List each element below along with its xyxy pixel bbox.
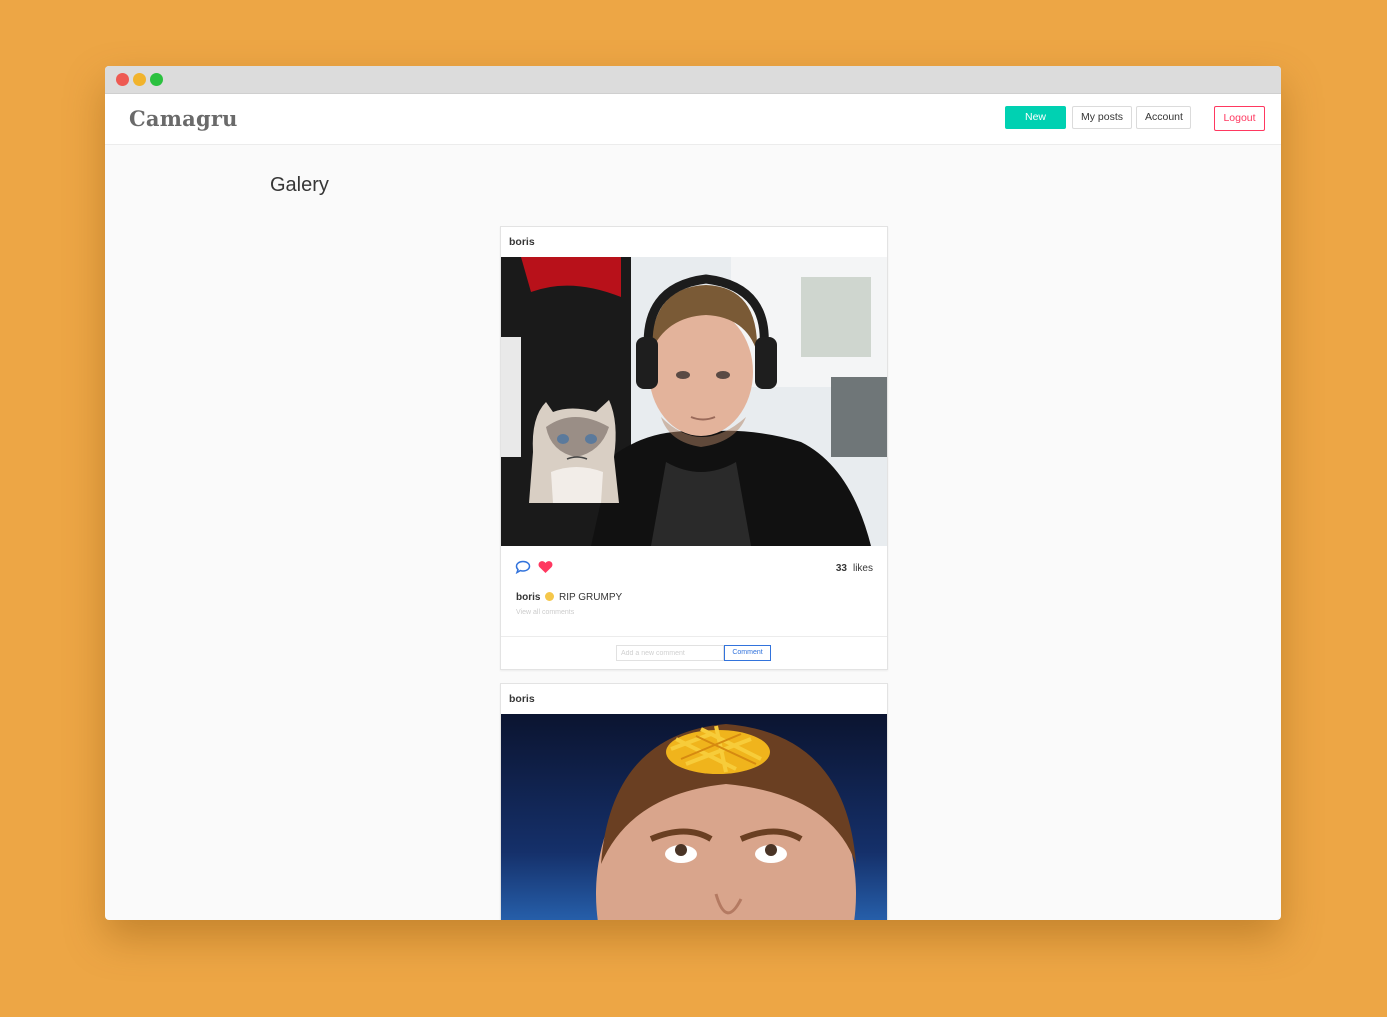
view-all-comments-link[interactable]: View all comments bbox=[501, 609, 887, 616]
sad-face-emoji-icon bbox=[545, 592, 555, 601]
window-titlebar bbox=[105, 66, 1281, 94]
comment-input[interactable] bbox=[616, 645, 724, 661]
minimize-window-button[interactable] bbox=[133, 73, 146, 86]
post-card: boris bbox=[500, 683, 888, 920]
post-username[interactable]: boris bbox=[501, 227, 887, 257]
comment-submit-button[interactable]: Comment bbox=[724, 645, 771, 661]
post-caption: boris RIP GRUMPY bbox=[501, 592, 887, 603]
post-username[interactable]: boris bbox=[501, 684, 887, 714]
post-card: boris bbox=[500, 226, 888, 670]
account-button[interactable]: Account bbox=[1136, 106, 1191, 129]
my-posts-button[interactable]: My posts bbox=[1072, 106, 1132, 129]
maximize-window-button[interactable] bbox=[150, 73, 163, 86]
navbar: Camagru New post My posts Account Logout bbox=[105, 94, 1281, 145]
close-window-button[interactable] bbox=[116, 73, 129, 86]
face-photo bbox=[501, 714, 887, 920]
post-image[interactable] bbox=[501, 257, 887, 546]
grumpy-cat-sticker bbox=[529, 400, 619, 503]
post-image[interactable] bbox=[501, 714, 887, 920]
brand-logo[interactable]: Camagru bbox=[129, 106, 238, 131]
new-post-button[interactable]: New post bbox=[1005, 106, 1066, 144]
caption-text: RIP GRUMPY bbox=[559, 592, 623, 603]
page-title: Galery bbox=[270, 174, 329, 196]
comment-form: Comment bbox=[501, 636, 887, 669]
comment-icon[interactable] bbox=[515, 560, 531, 574]
logout-button[interactable]: Logout bbox=[1214, 106, 1265, 131]
heart-icon[interactable] bbox=[538, 560, 553, 574]
likes-label: likes bbox=[852, 563, 873, 574]
likes-counter: 33 likes bbox=[836, 563, 873, 574]
selfie-photo bbox=[501, 257, 887, 546]
browser-window: Camagru New post My posts Account Logout… bbox=[105, 66, 1281, 920]
likes-count: 33 bbox=[835, 563, 847, 574]
post-actions: 33 likes bbox=[501, 546, 887, 590]
caption-author[interactable]: boris bbox=[516, 592, 540, 603]
